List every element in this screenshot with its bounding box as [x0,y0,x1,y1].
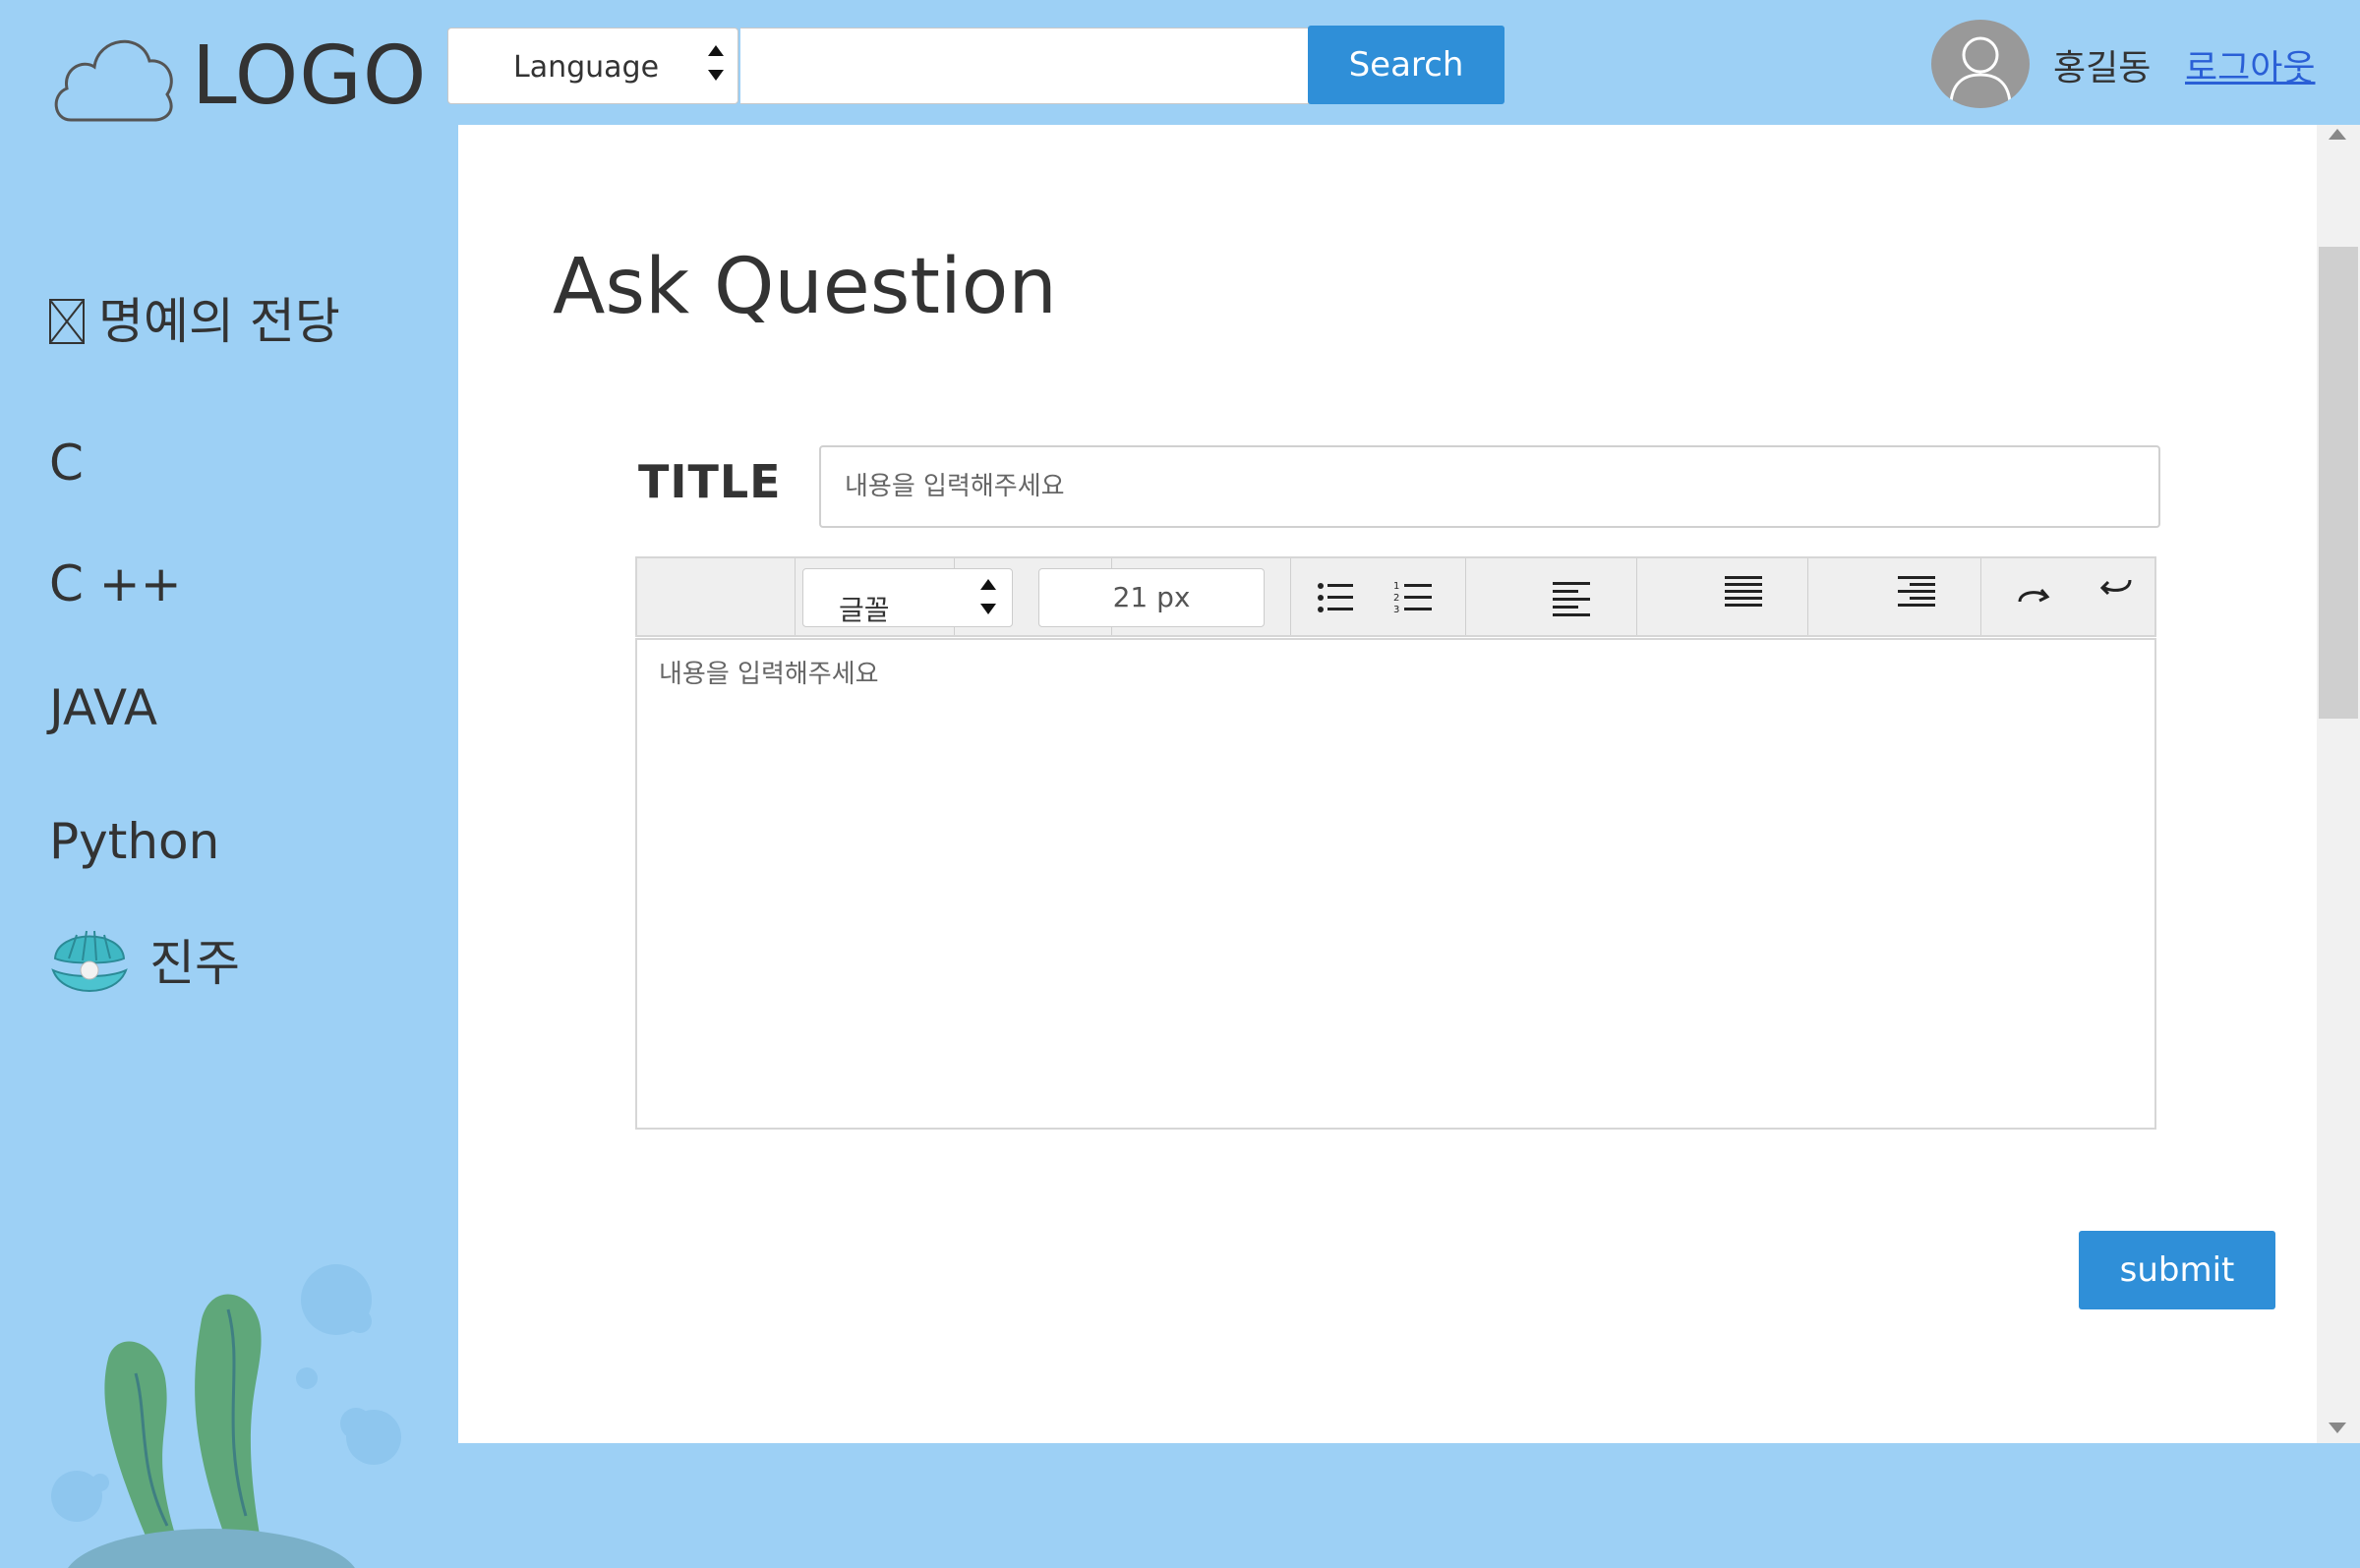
sidebar-item-hall-of-fame[interactable]: 명예의 전당 [49,282,340,353]
svg-text:1: 1 [1393,581,1399,592]
toolbar-divider [795,558,796,635]
numbered-list-button[interactable]: 1 2 3 [1390,572,1442,623]
font-family-select[interactable]: 글꼴 [802,568,1013,627]
page-title: Ask Question [553,243,1057,331]
align-right-icon [1898,576,1935,607]
align-left-button[interactable] [1547,572,1598,623]
cloud-icon [54,39,173,122]
spinner-icon [708,45,726,88]
avatar[interactable] [1931,20,2030,108]
toolbar-divider [1807,558,1808,635]
align-left-icon [1553,582,1590,616]
editor-toolbar: 글꼴 21 px 1 2 3 [635,556,2156,637]
redo-button[interactable] [2008,572,2059,623]
font-size-field[interactable]: 21 px [1038,568,1265,627]
question-body-editor[interactable] [635,638,2156,1130]
toolbar-divider [1636,558,1637,635]
align-justify-icon [1725,576,1762,607]
submit-button[interactable]: submit [2079,1231,2275,1309]
toolbar-divider [1980,558,1981,635]
sidebar-item-label: C [49,435,84,492]
language-select-value: Language [513,50,660,85]
spinner-icon [980,579,998,622]
toolbar-divider [1290,558,1291,635]
scrollbar-thumb[interactable] [2319,247,2358,719]
user-icon [1949,36,2012,103]
logo[interactable]: LOGO [49,22,426,124]
sidebar-item-pearl[interactable]: 진주 [49,919,240,1002]
title-label: TITLE [638,455,782,508]
sidebar-item-label: 진주 [149,935,240,992]
toolbar-divider [1465,558,1466,635]
sidebar: 명예의 전당 C C ++ JAVA Python 진주 [0,125,458,1568]
sidebar-item-label: Python [49,813,220,870]
undo-icon [2099,579,2132,596]
language-select[interactable]: Language [447,28,738,104]
title-input[interactable] [819,445,2160,528]
align-justify-button[interactable] [1719,572,1770,623]
bullet-list-button[interactable] [1312,572,1363,623]
sidebar-item-java[interactable]: JAVA [49,679,157,736]
svg-text:3: 3 [1393,605,1399,615]
numbered-list-icon: 1 2 3 [1393,581,1432,615]
sidebar-item-label: 명예의 전당 [98,293,340,350]
search-input[interactable] [740,28,1309,104]
search-button[interactable]: Search [1308,26,1504,104]
redo-icon [2018,589,2050,603]
align-right-button[interactable] [1892,572,1943,623]
sidebar-item-cpp[interactable]: C ++ [49,555,182,612]
sidebar-item-label: JAVA [49,679,158,736]
scrollbar[interactable] [2317,125,2360,1443]
main-content: Ask Question TITLE 글꼴 21 px 1 2 3 [458,125,2317,1443]
sidebar-item-c[interactable]: C [49,435,84,492]
scroll-down-arrow-icon[interactable] [2329,1423,2346,1433]
bullet-list-icon [1318,583,1353,612]
sidebar-item-label: C ++ [49,555,182,612]
svg-text:2: 2 [1393,593,1399,604]
top-header: LOGO Language Search 홍길동 로그아웃 [0,0,2360,125]
font-family-value: 글꼴 [839,594,890,626]
undo-button[interactable] [2091,562,2142,613]
logout-link[interactable]: 로그아웃 [2185,39,2315,90]
sidebar-item-python[interactable]: Python [49,813,219,870]
username: 홍길동 [2053,48,2152,88]
logo-text: LOGO [192,29,428,123]
pearl-shell-icon [51,930,128,992]
broken-image-icon [49,299,85,344]
seaweed-decoration [0,1201,458,1568]
scroll-up-arrow-icon[interactable] [2329,129,2346,140]
